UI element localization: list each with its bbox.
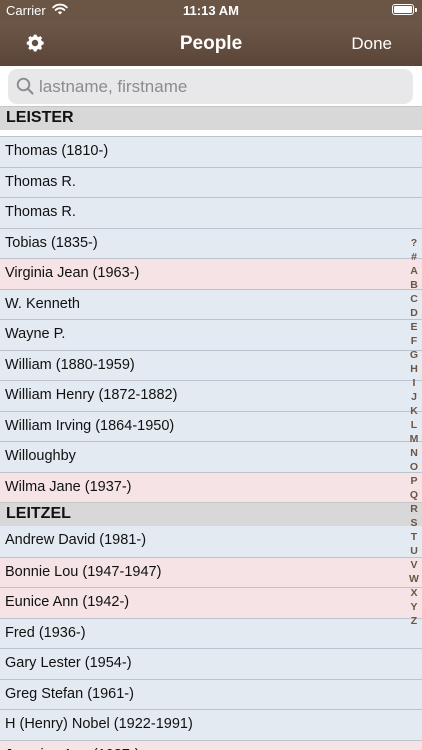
index-letter[interactable]: Z bbox=[411, 614, 417, 628]
people-list: LEISTER Thomas (1810-) Thomas R. Thomas … bbox=[0, 106, 422, 750]
index-letter[interactable]: # bbox=[411, 250, 417, 264]
person-row[interactable]: Virginia Jean (1963-) bbox=[0, 258, 422, 289]
index-letter[interactable]: Q bbox=[410, 488, 418, 502]
person-row[interactable]: W. Kenneth bbox=[0, 288, 422, 319]
index-letter[interactable]: O bbox=[410, 460, 418, 474]
person-row[interactable]: Thomas (1810-) bbox=[0, 136, 422, 167]
search-bar bbox=[0, 66, 422, 106]
index-letter[interactable]: R bbox=[410, 502, 418, 516]
index-letter[interactable]: Y bbox=[410, 600, 417, 614]
person-row[interactable]: Bonnie Lou (1947-1947) bbox=[0, 556, 422, 587]
person-row[interactable]: Thomas R. bbox=[0, 197, 422, 228]
person-row[interactable]: William Henry (1872-1882) bbox=[0, 380, 422, 411]
index-letter[interactable]: A bbox=[410, 264, 418, 278]
done-button[interactable]: Done bbox=[351, 34, 392, 54]
person-row[interactable]: Wayne P. bbox=[0, 319, 422, 350]
index-letter[interactable]: E bbox=[410, 320, 417, 334]
battery-icon bbox=[392, 4, 417, 15]
person-row[interactable]: William Irving (1864-1950) bbox=[0, 410, 422, 441]
index-letter[interactable]: P bbox=[410, 474, 417, 488]
person-row[interactable]: Willoughby bbox=[0, 441, 422, 472]
section-header: LEITZEL bbox=[0, 502, 422, 526]
search-field[interactable] bbox=[8, 69, 413, 104]
index-letter[interactable]: K bbox=[410, 404, 418, 418]
person-row[interactable]: Andrew David (1981-) bbox=[0, 526, 422, 557]
section-index[interactable]: ? # A B C D E F G H I J K L M N O P Q R … bbox=[405, 236, 422, 628]
person-row[interactable]: Wilma Jane (1937-) bbox=[0, 471, 422, 502]
navigation-bar: People Done bbox=[0, 22, 422, 66]
index-letter[interactable]: H bbox=[410, 362, 418, 376]
person-row[interactable]: Tobias (1835-) bbox=[0, 227, 422, 258]
index-letter[interactable]: I bbox=[413, 376, 416, 390]
status-bar: Carrier 11:13 AM bbox=[0, 0, 422, 22]
person-row[interactable]: Gary Lester (1954-) bbox=[0, 648, 422, 679]
person-row[interactable]: Greg Stefan (1961-) bbox=[0, 678, 422, 709]
index-letter[interactable]: F bbox=[411, 334, 417, 348]
index-letter[interactable]: ? bbox=[411, 236, 417, 250]
index-letter[interactable]: N bbox=[410, 446, 418, 460]
person-row[interactable]: Thomas R. bbox=[0, 166, 422, 197]
index-letter[interactable]: J bbox=[411, 390, 417, 404]
person-row[interactable]: Eunice Ann (1942-) bbox=[0, 587, 422, 618]
index-letter[interactable]: V bbox=[410, 558, 417, 572]
clock: 11:13 AM bbox=[183, 3, 239, 18]
index-letter[interactable]: X bbox=[410, 586, 417, 600]
index-letter[interactable]: T bbox=[411, 530, 417, 544]
index-letter[interactable]: C bbox=[410, 292, 418, 306]
index-letter[interactable]: W bbox=[409, 572, 419, 586]
index-letter[interactable]: L bbox=[411, 418, 417, 432]
index-letter[interactable]: S bbox=[410, 516, 417, 530]
index-letter[interactable]: D bbox=[410, 306, 418, 320]
person-row[interactable]: William (1880-1959) bbox=[0, 349, 422, 380]
index-letter[interactable]: B bbox=[410, 278, 418, 292]
section-header: LEISTER bbox=[0, 106, 422, 130]
search-input[interactable] bbox=[39, 69, 399, 104]
person-row[interactable]: H (Henry) Nobel (1922-1991) bbox=[0, 709, 422, 740]
person-row[interactable]: Fred (1936-) bbox=[0, 617, 422, 648]
search-icon bbox=[16, 77, 34, 95]
index-letter[interactable]: M bbox=[410, 432, 419, 446]
index-letter[interactable]: U bbox=[410, 544, 418, 558]
person-row[interactable]: Jeamine Ann (1987-) bbox=[0, 739, 422, 750]
index-letter[interactable]: G bbox=[410, 348, 418, 362]
